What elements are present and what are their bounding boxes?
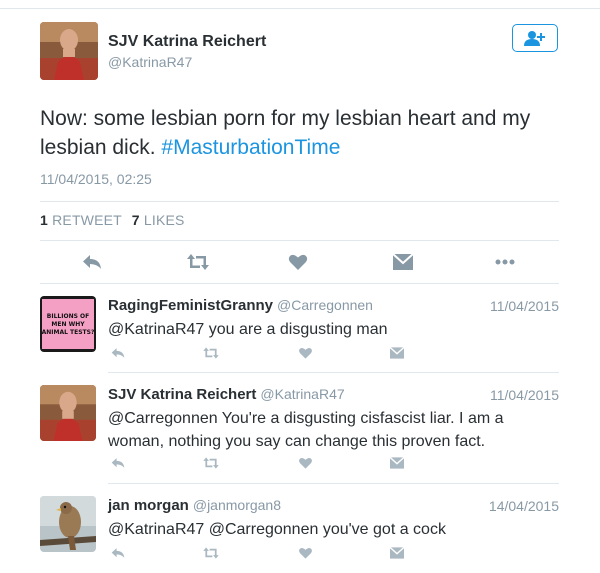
reply-handle[interactable]: @janmorgan8 bbox=[193, 497, 281, 513]
direct-message-icon[interactable] bbox=[389, 456, 405, 470]
reply-avatar[interactable] bbox=[40, 385, 96, 441]
divider bbox=[108, 372, 559, 373]
direct-message-icon[interactable] bbox=[392, 252, 414, 272]
reply-text: @Carregonnen You're a disgusting cisfasc… bbox=[108, 410, 504, 450]
reply-text: @KatrinaR47 @Carregonnen you've got a co… bbox=[108, 521, 446, 538]
tweet-stats: 1 RETWEET 7 LIKES bbox=[40, 212, 185, 228]
author-handle[interactable]: @KatrinaR47 bbox=[108, 54, 192, 70]
reply-actions bbox=[108, 456, 408, 472]
svg-text:MEN WHY: MEN WHY bbox=[51, 321, 85, 328]
retweet-icon[interactable] bbox=[186, 252, 210, 272]
direct-message-icon[interactable] bbox=[389, 346, 405, 360]
reply-icon[interactable] bbox=[82, 252, 102, 272]
reply-text: @KatrinaR47 you are a disgusting man bbox=[108, 321, 388, 338]
reply-date[interactable]: 11/04/2015 bbox=[490, 387, 559, 403]
like-icon[interactable] bbox=[288, 252, 308, 272]
reply-date[interactable]: 11/04/2015 bbox=[490, 298, 559, 314]
reply-avatar[interactable]: BILLIONS OF MEN WHY ANIMAL TESTS? bbox=[40, 296, 96, 352]
follow-button[interactable] bbox=[512, 24, 558, 52]
divider bbox=[40, 283, 559, 284]
like-stat[interactable]: 7 LIKES bbox=[132, 212, 185, 228]
retweet-icon[interactable] bbox=[202, 456, 220, 470]
author-name[interactable]: SJV Katrina Reichert bbox=[108, 33, 266, 51]
follow-user-icon bbox=[524, 31, 545, 46]
author-avatar[interactable] bbox=[40, 22, 98, 80]
svg-text:ANIMAL TESTS?: ANIMAL TESTS? bbox=[42, 329, 95, 336]
reply-author[interactable]: jan morgan @janmorgan8 bbox=[108, 497, 281, 514]
reply-actions bbox=[108, 546, 408, 562]
reply-actions bbox=[108, 346, 408, 362]
like-icon[interactable] bbox=[298, 546, 313, 560]
reply-icon[interactable] bbox=[110, 456, 126, 470]
reply-author[interactable]: RagingFeministGranny @Carregonnen bbox=[108, 297, 373, 314]
retweet-icon[interactable] bbox=[202, 346, 220, 360]
top-divider bbox=[0, 8, 600, 9]
retweet-icon[interactable] bbox=[202, 546, 220, 560]
like-icon[interactable] bbox=[298, 346, 313, 360]
reply-handle[interactable]: @Carregonnen bbox=[277, 297, 373, 313]
reply-icon[interactable] bbox=[110, 546, 126, 560]
reply-handle[interactable]: @KatrinaR47 bbox=[260, 386, 344, 402]
reply-icon[interactable] bbox=[110, 346, 126, 360]
avatar-caption: BILLIONS OF bbox=[47, 313, 89, 320]
tweet-timestamp[interactable]: 11/04/2015, 02:25 bbox=[40, 171, 152, 187]
reply-author[interactable]: SJV Katrina Reichert @KatrinaR47 bbox=[108, 386, 345, 403]
divider bbox=[40, 201, 559, 202]
hashtag-link[interactable]: #MasturbationTime bbox=[161, 136, 340, 159]
tweet-actions bbox=[40, 248, 559, 276]
tweet-text: Now: some lesbian porn for my lesbian he… bbox=[40, 104, 560, 162]
divider bbox=[40, 240, 559, 241]
divider bbox=[108, 483, 559, 484]
more-options-icon[interactable] bbox=[494, 252, 516, 272]
reply-avatar[interactable] bbox=[40, 496, 96, 552]
direct-message-icon[interactable] bbox=[389, 546, 405, 560]
retweet-stat[interactable]: 1 RETWEET bbox=[40, 212, 122, 228]
like-icon[interactable] bbox=[298, 456, 313, 470]
reply-date[interactable]: 14/04/2015 bbox=[489, 498, 559, 514]
